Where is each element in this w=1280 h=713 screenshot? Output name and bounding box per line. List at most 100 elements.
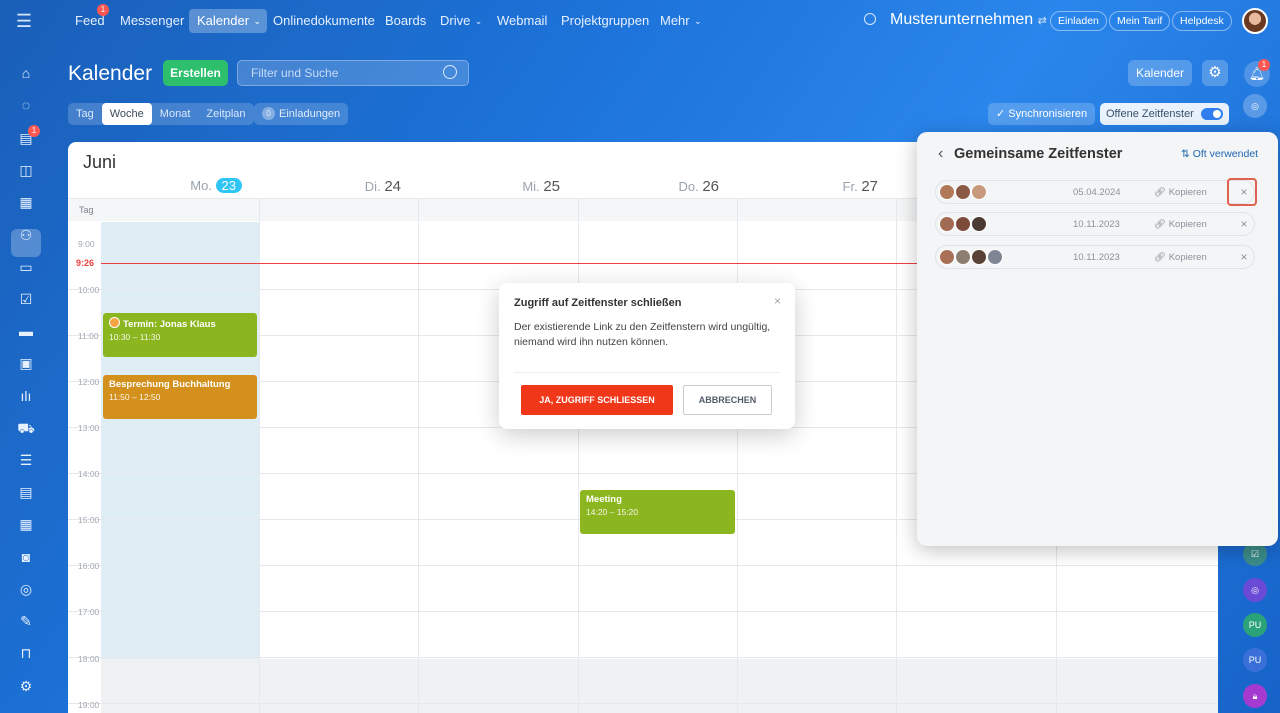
lock-icon[interactable]: 🔒︎ [1243, 684, 1267, 708]
menu-icon[interactable]: ☰ [14, 12, 34, 30]
tab-zeitplan[interactable]: Zeitplan [198, 103, 253, 125]
tab-tag[interactable]: Tag [68, 103, 102, 125]
funnel-icon[interactable]: ☰ [16, 450, 36, 470]
copy-link-button[interactable]: 🔗︎ Kopieren [1154, 252, 1207, 263]
event-besprechung[interactable]: Besprechung Buchhaltung 11:50 – 12:50 [103, 375, 257, 419]
link-icon: 🔗︎ [1154, 219, 1169, 230]
market-icon[interactable]: ⊓ [16, 643, 36, 663]
event-time: 10:30 – 11:30 [109, 332, 161, 342]
chat-icon[interactable]: ◫ [16, 160, 36, 180]
company-name[interactable]: Musterunternehmen ⇄ [890, 11, 1047, 29]
close-icon[interactable]: × [774, 294, 781, 308]
search-icon[interactable] [443, 65, 457, 79]
toggle-switch[interactable] [1201, 108, 1223, 120]
cart-icon[interactable]: ⛟ [16, 418, 36, 438]
hour-label: 16:00 [78, 561, 100, 571]
target-icon[interactable]: ◎ [16, 579, 36, 599]
avatar [971, 184, 987, 200]
copy-link-button[interactable]: 🔗︎ Kopieren [1154, 187, 1207, 198]
shared-slots-panel: ‹ Gemeinsame Zeitfenster ⇅ Oft verwendet… [917, 132, 1278, 546]
calendar-button[interactable]: Kalender [1128, 60, 1192, 86]
dialog-title: Zugriff auf Zeitfenster schließen [514, 297, 682, 309]
user-badge-pu[interactable]: PU [1243, 648, 1267, 672]
day-header-di[interactable]: Di. 24 [260, 178, 419, 195]
projects-icon[interactable]: ▣ [16, 353, 36, 373]
avatar [971, 216, 987, 232]
nav-boards[interactable]: Boards [377, 9, 434, 33]
checklist-icon[interactable]: ☑ [16, 289, 36, 309]
slot-row[interactable]: 10.11.2023 🔗︎ Kopieren × [935, 212, 1255, 236]
nav-projektgruppen[interactable]: Projektgruppen [553, 9, 657, 33]
hour-label: 17:00 [78, 607, 100, 617]
user-badge-pu[interactable]: PU [1243, 613, 1267, 637]
confirm-button[interactable]: JA, ZUGRIFF SCHLIESSEN [521, 385, 673, 415]
activity-icon[interactable]: ◎ [1243, 94, 1267, 118]
today-column [101, 222, 259, 713]
day-num: 25 [543, 178, 560, 195]
open-slots-toggle[interactable]: Offene Zeitfenster [1100, 103, 1229, 125]
event-title-text: Termin: Jonas Klaus [123, 319, 216, 330]
nav-mehr[interactable]: Mehr ⌄ [652, 9, 708, 33]
my-plan-button[interactable]: Mein Tarif [1109, 11, 1171, 31]
bell-badge: 1 [1258, 59, 1270, 71]
tab-woche[interactable]: Woche [101, 103, 152, 125]
robot-icon[interactable]: ◙ [16, 547, 36, 567]
link-icon: 🔗︎ [1154, 252, 1169, 263]
day-header-mo[interactable]: Mo. 23 [101, 178, 260, 193]
copy-link-button[interactable]: 🔗︎ Kopieren [1154, 219, 1207, 230]
helpdesk-button[interactable]: Helpdesk [1172, 11, 1232, 31]
event-title: Meeting [586, 494, 622, 505]
user-avatar[interactable] [1242, 8, 1268, 34]
sign-icon[interactable]: ✎ [16, 611, 36, 631]
tab-monat[interactable]: Monat [152, 103, 199, 125]
slot-row[interactable]: 05.04.2024 🔗︎ Kopieren × [935, 180, 1255, 204]
schedule-icon[interactable]: ▦ [16, 514, 36, 534]
confirm-dialog: Zugriff auf Zeitfenster schließen × Der … [499, 283, 795, 429]
close-icon[interactable]: × [1236, 216, 1252, 232]
analytics-icon[interactable]: ılı [16, 386, 36, 406]
nav-messenger[interactable]: Messenger [112, 9, 192, 33]
nav-webmail[interactable]: Webmail [489, 9, 555, 33]
sync-button[interactable]: ✓ Synchronisieren [988, 103, 1096, 125]
contacts-icon[interactable]: ⚇ [16, 225, 36, 245]
copy-label: Kopieren [1168, 252, 1207, 263]
cancel-button[interactable]: ABBRECHEN [683, 385, 772, 415]
avatar [939, 249, 955, 265]
chevron-down-icon: ⌄ [474, 16, 483, 26]
search-input[interactable]: Filter und Suche [237, 60, 469, 86]
close-icon[interactable]: × [1236, 249, 1252, 265]
home-icon[interactable]: ⌂ [16, 63, 36, 83]
search-icon[interactable] [864, 13, 876, 25]
create-button[interactable]: Erstellen [163, 60, 228, 86]
nav-kalender[interactable]: Kalender ⌄ [189, 9, 268, 33]
copilot-icon[interactable]: ◎ [1243, 578, 1267, 602]
day-header-fr[interactable]: Fr. 27 [737, 178, 896, 195]
card-icon[interactable]: ▤ [16, 482, 36, 502]
invitations-button[interactable]: 0 Einladungen [254, 103, 349, 125]
day-header-do[interactable]: Do. 26 [578, 178, 737, 195]
feed-icon[interactable]: ◌ [16, 95, 36, 115]
event-termin[interactable]: Termin: Jonas Klaus 10:30 – 11:30 [103, 313, 257, 357]
document-icon[interactable]: ▭ [16, 257, 36, 277]
sort-button[interactable]: ⇅ Oft verwendet [1181, 148, 1258, 160]
gear-icon[interactable]: ⚙ [1202, 60, 1228, 86]
settings-icon[interactable]: ⚙ [16, 676, 36, 696]
drive-icon[interactable]: ▬ [16, 321, 36, 341]
nav-drive[interactable]: Drive ⌄ [432, 9, 488, 33]
slot-row[interactable]: 10.11.2023 🔗︎ Kopieren × [935, 245, 1255, 269]
event-meeting[interactable]: Meeting 14:20 – 15:20 [580, 490, 735, 534]
link-icon: 🔗︎ [1154, 187, 1169, 198]
invite-button[interactable]: Einladen [1050, 11, 1107, 31]
nav-onlinedokumente[interactable]: Onlinedokumente [265, 9, 383, 33]
invitations-count: 0 [262, 107, 275, 120]
chevron-down-icon: ⌄ [253, 16, 262, 26]
day-name: Fr. [842, 179, 858, 194]
hour-label: 18:00 [78, 654, 100, 664]
back-icon[interactable]: ‹ [938, 145, 943, 163]
sync-label: Synchronisieren [1008, 108, 1088, 120]
open-slots-label: Offene Zeitfenster [1106, 108, 1194, 120]
calendar-icon[interactable]: ▦ [16, 192, 36, 212]
after-hours-area [101, 659, 1218, 713]
copy-label: Kopieren [1168, 187, 1207, 198]
day-header-mi[interactable]: Mi. 25 [419, 178, 578, 195]
